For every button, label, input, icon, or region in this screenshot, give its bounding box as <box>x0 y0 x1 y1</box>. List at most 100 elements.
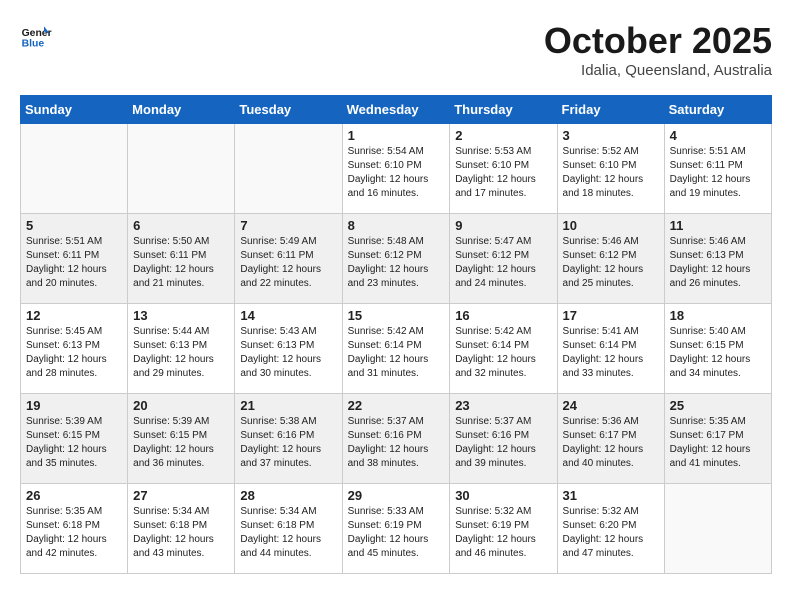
day-info: Sunrise: 5:35 AMSunset: 6:18 PMDaylight:… <box>26 505 122 561</box>
calendar-cell: 27Sunrise: 5:34 AMSunset: 6:18 PMDayligh… <box>128 484 235 574</box>
day-number: 14 <box>240 308 336 323</box>
calendar-week-row: 12Sunrise: 5:45 AMSunset: 6:13 PMDayligh… <box>21 304 772 394</box>
day-number: 24 <box>563 398 659 413</box>
calendar-cell: 30 Sunrise: 5:32 AMSunset: 6:19 PMDayligh… <box>450 484 557 574</box>
calendar-cell: 19Sunrise: 5:39 AMSunset: 6:15 PMDayligh… <box>21 394 128 484</box>
day-number: 13 <box>133 308 229 323</box>
calendar-cell: 8 Sunrise: 5:48 AMSunset: 6:12 PMDaylight… <box>342 214 450 304</box>
calendar-week-row: 5Sunrise: 5:51 AMSunset: 6:11 PMDaylight… <box>21 214 772 304</box>
day-info: Sunrise: 5:35 AMSunset: 6:17 PMDaylight:… <box>670 415 766 471</box>
day-number: 10 <box>563 218 659 233</box>
day-info: Sunrise: 5:46 AMSunset: 6:12 PMDaylight:… <box>563 235 659 291</box>
svg-text:General: General <box>22 28 52 39</box>
calendar-week-row: 26 Sunrise: 5:35 AMSunset: 6:18 PMDayligh… <box>21 484 772 574</box>
calendar-cell: 4 Sunrise: 5:51 AMSunset: 6:11 PMDaylight… <box>664 124 771 214</box>
day-info: Sunrise: 5:45 AMSunset: 6:13 PMDaylight:… <box>26 325 122 381</box>
calendar-cell: 7 Sunrise: 5:49 AMSunset: 6:11 PMDaylight… <box>235 214 342 304</box>
day-info: Sunrise: 5:43 AMSunset: 6:13 PMDaylight:… <box>240 325 336 381</box>
day-info: Sunrise: 5:38 AMSunset: 6:16 PMDaylight:… <box>240 415 336 471</box>
calendar-cell: 1 Sunrise: 5:54 AMSunset: 6:10 PMDaylight… <box>342 124 450 214</box>
calendar-cell: 16Sunrise: 5:42 AMSunset: 6:14 PMDayligh… <box>450 304 557 394</box>
weekday-header-row: SundayMondayTuesdayWednesdayThursdayFrid… <box>21 96 772 124</box>
calendar-week-row: 19Sunrise: 5:39 AMSunset: 6:15 PMDayligh… <box>21 394 772 484</box>
day-number: 20 <box>133 398 229 413</box>
day-number: 22 <box>348 398 445 413</box>
calendar-cell: 2 Sunrise: 5:53 AMSunset: 6:10 PMDaylight… <box>450 124 557 214</box>
day-number: 7 <box>240 218 336 233</box>
calendar-cell: 5Sunrise: 5:51 AMSunset: 6:11 PMDaylight… <box>21 214 128 304</box>
day-number: 26 <box>26 488 122 503</box>
calendar-cell: 28 Sunrise: 5:34 AMSunset: 6:18 PMDayligh… <box>235 484 342 574</box>
weekday-header-tuesday: Tuesday <box>235 96 342 124</box>
day-info: Sunrise: 5:49 AMSunset: 6:11 PMDaylight:… <box>240 235 336 291</box>
weekday-header-friday: Friday <box>557 96 664 124</box>
day-number: 30 <box>455 488 551 503</box>
day-info: Sunrise: 5:52 AMSunset: 6:10 PMDaylight:… <box>563 145 659 201</box>
day-info: Sunrise: 5:34 AMSunset: 6:18 PMDaylight:… <box>240 505 336 561</box>
day-number: 6 <box>133 218 229 233</box>
day-number: 1 <box>348 128 445 143</box>
calendar-cell: 6 Sunrise: 5:50 AMSunset: 6:11 PMDaylight… <box>128 214 235 304</box>
day-info: Sunrise: 5:51 AMSunset: 6:11 PMDaylight:… <box>26 235 122 291</box>
title-block: October 2025 Idalia, Queensland, Austral… <box>544 20 772 79</box>
calendar-cell: 20 Sunrise: 5:39 AMSunset: 6:15 PMDayligh… <box>128 394 235 484</box>
day-info: Sunrise: 5:50 AMSunset: 6:11 PMDaylight:… <box>133 235 229 291</box>
day-number: 17 <box>563 308 659 323</box>
day-info: Sunrise: 5:54 AMSunset: 6:10 PMDaylight:… <box>348 145 445 201</box>
day-info: Sunrise: 5:32 AMSunset: 6:20 PMDaylight:… <box>563 505 659 561</box>
calendar-cell: 26 Sunrise: 5:35 AMSunset: 6:18 PMDayligh… <box>21 484 128 574</box>
day-number: 29 <box>348 488 445 503</box>
weekday-header-thursday: Thursday <box>450 96 557 124</box>
day-info: Sunrise: 5:47 AMSunset: 6:12 PMDaylight:… <box>455 235 551 291</box>
weekday-header-saturday: Saturday <box>664 96 771 124</box>
calendar-cell: 31 Sunrise: 5:32 AMSunset: 6:20 PMDayligh… <box>557 484 664 574</box>
calendar-cell: 15Sunrise: 5:42 AMSunset: 6:14 PMDayligh… <box>342 304 450 394</box>
calendar-cell: 13 Sunrise: 5:44 AMSunset: 6:13 PMDayligh… <box>128 304 235 394</box>
day-info: Sunrise: 5:41 AMSunset: 6:14 PMDaylight:… <box>563 325 659 381</box>
calendar-cell: 14 Sunrise: 5:43 AMSunset: 6:13 PMDayligh… <box>235 304 342 394</box>
calendar-cell <box>235 124 342 214</box>
day-number: 31 <box>563 488 659 503</box>
day-number: 21 <box>240 398 336 413</box>
day-info: Sunrise: 5:51 AMSunset: 6:11 PMDaylight:… <box>670 145 766 201</box>
day-info: Sunrise: 5:37 AMSunset: 6:16 PMDaylight:… <box>455 415 551 471</box>
day-info: Sunrise: 5:32 AMSunset: 6:19 PMDaylight:… <box>455 505 551 561</box>
day-number: 28 <box>240 488 336 503</box>
day-number: 2 <box>455 128 551 143</box>
day-info: Sunrise: 5:34 AMSunset: 6:18 PMDaylight:… <box>133 505 229 561</box>
location: Idalia, Queensland, Australia <box>544 62 772 79</box>
calendar-cell <box>128 124 235 214</box>
calendar-cell: 10 Sunrise: 5:46 AMSunset: 6:12 PMDayligh… <box>557 214 664 304</box>
day-info: Sunrise: 5:44 AMSunset: 6:13 PMDaylight:… <box>133 325 229 381</box>
calendar-cell <box>21 124 128 214</box>
day-info: Sunrise: 5:39 AMSunset: 6:15 PMDaylight:… <box>26 415 122 471</box>
day-info: Sunrise: 5:46 AMSunset: 6:13 PMDaylight:… <box>670 235 766 291</box>
calendar-week-row: 1 Sunrise: 5:54 AMSunset: 6:10 PMDaylight… <box>21 124 772 214</box>
day-number: 23 <box>455 398 551 413</box>
day-number: 8 <box>348 218 445 233</box>
calendar-cell: 24 Sunrise: 5:36 AMSunset: 6:17 PMDayligh… <box>557 394 664 484</box>
day-number: 9 <box>455 218 551 233</box>
day-info: Sunrise: 5:53 AMSunset: 6:10 PMDaylight:… <box>455 145 551 201</box>
calendar-cell: 29Sunrise: 5:33 AMSunset: 6:19 PMDayligh… <box>342 484 450 574</box>
day-info: Sunrise: 5:39 AMSunset: 6:15 PMDaylight:… <box>133 415 229 471</box>
calendar-cell: 17 Sunrise: 5:41 AMSunset: 6:14 PMDayligh… <box>557 304 664 394</box>
weekday-header-wednesday: Wednesday <box>342 96 450 124</box>
day-info: Sunrise: 5:37 AMSunset: 6:16 PMDaylight:… <box>348 415 445 471</box>
calendar-cell: 18Sunrise: 5:40 AMSunset: 6:15 PMDayligh… <box>664 304 771 394</box>
weekday-header-monday: Monday <box>128 96 235 124</box>
calendar-cell: 25Sunrise: 5:35 AMSunset: 6:17 PMDayligh… <box>664 394 771 484</box>
day-number: 4 <box>670 128 766 143</box>
svg-text:Blue: Blue <box>22 38 45 49</box>
calendar-cell: 21 Sunrise: 5:38 AMSunset: 6:16 PMDayligh… <box>235 394 342 484</box>
day-info: Sunrise: 5:36 AMSunset: 6:17 PMDaylight:… <box>563 415 659 471</box>
day-number: 15 <box>348 308 445 323</box>
month-title: October 2025 <box>544 20 772 62</box>
calendar-table: SundayMondayTuesdayWednesdayThursdayFrid… <box>20 95 772 574</box>
calendar-cell: 9 Sunrise: 5:47 AMSunset: 6:12 PMDaylight… <box>450 214 557 304</box>
day-info: Sunrise: 5:48 AMSunset: 6:12 PMDaylight:… <box>348 235 445 291</box>
calendar-cell: 23 Sunrise: 5:37 AMSunset: 6:16 PMDayligh… <box>450 394 557 484</box>
logo: General Blue <box>20 20 52 52</box>
calendar-cell: 3Sunrise: 5:52 AMSunset: 6:10 PMDaylight… <box>557 124 664 214</box>
calendar-cell <box>664 484 771 574</box>
